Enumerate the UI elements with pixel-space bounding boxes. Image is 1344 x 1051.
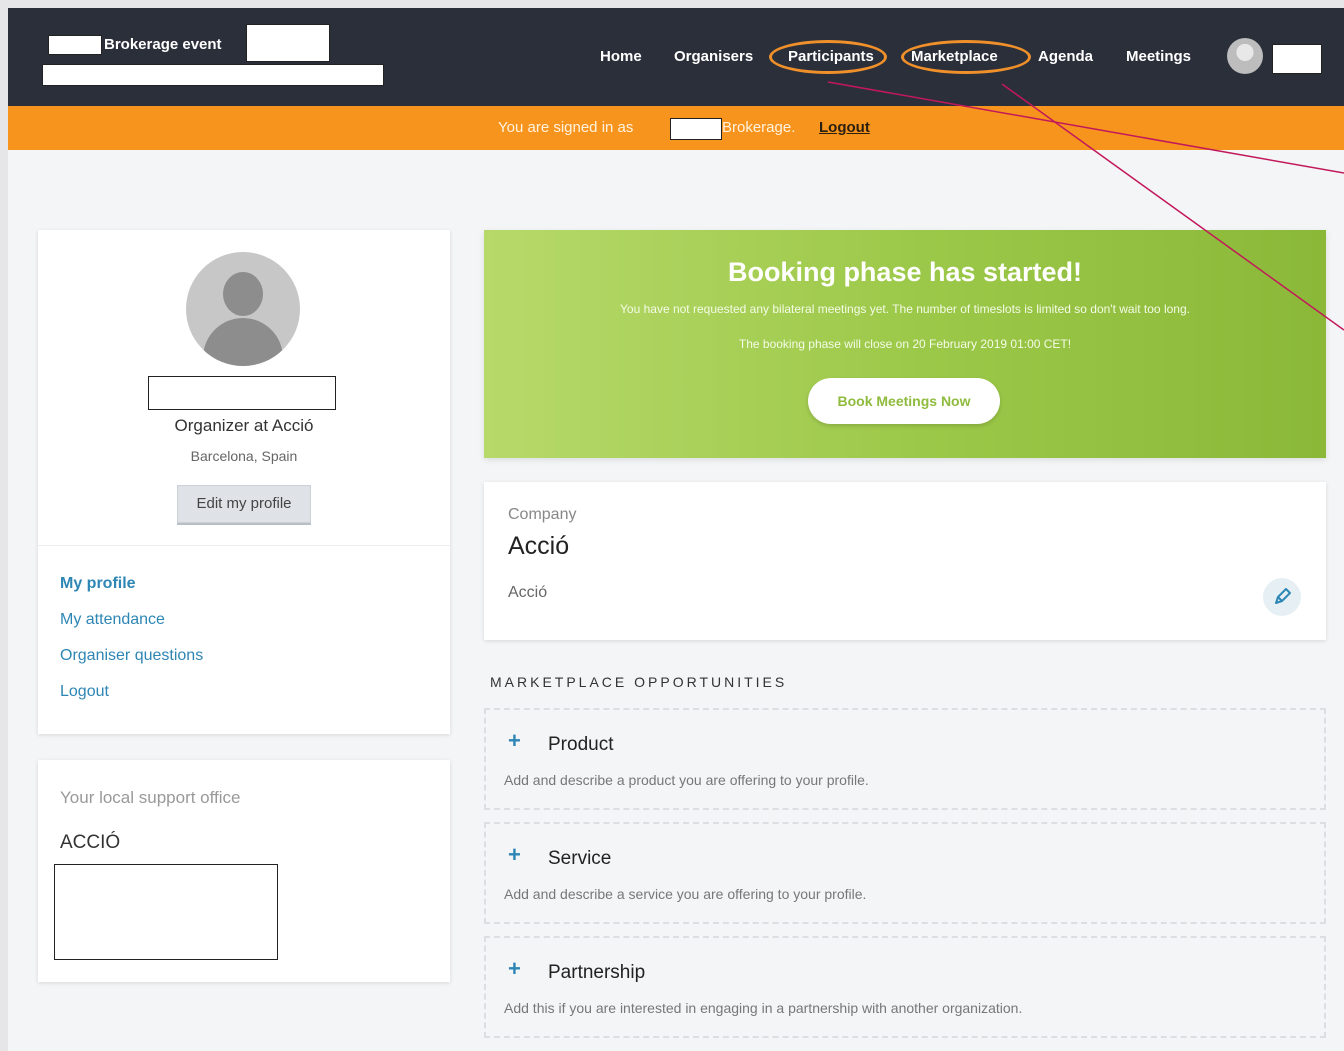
notice-logout-link[interactable]: Logout <box>819 119 870 136</box>
company-name: Acció <box>508 532 570 560</box>
company-card: Company Acció Acció <box>484 482 1326 640</box>
support-office-card: Your local support office ACCIÓ <box>38 760 450 982</box>
book-meetings-button[interactable]: Book Meetings Now <box>808 378 1000 424</box>
booking-phase-banner: Booking phase has started! You have not … <box>484 230 1326 458</box>
opportunity-title: Service <box>548 848 612 869</box>
page: Brokerage event Home Organisers Particip… <box>8 8 1344 1051</box>
opportunity-title: Partnership <box>548 962 646 983</box>
nav-agenda[interactable]: Agenda <box>1038 48 1093 65</box>
banner-message: You have not requested any bilateral mee… <box>620 302 1190 316</box>
edit-profile-button[interactable]: Edit my profile <box>177 485 311 523</box>
company-description: Acció <box>508 584 548 601</box>
support-office-name: ACCIÓ <box>60 832 121 853</box>
redacted-profile-name <box>148 376 336 410</box>
opportunity-product[interactable]: + Product Add and describe a product you… <box>484 708 1326 810</box>
marketplace-section-title: MARKETPLACE OPPORTUNITIES <box>490 674 788 690</box>
brand-label: Brokerage event <box>104 36 222 53</box>
sidebar-link-logout[interactable]: Logout <box>60 683 109 701</box>
sidebar-link-my-profile[interactable]: My profile <box>60 575 136 593</box>
opportunity-description: Add and describe a product you are offer… <box>504 772 869 788</box>
profile-role: Organizer at Acció <box>174 416 314 435</box>
banner-deadline: The booking phase will close on 20 Febru… <box>738 337 1072 351</box>
opportunity-partnership[interactable]: + Partnership Add this if you are intere… <box>484 936 1326 1038</box>
opportunity-service[interactable]: + Service Add and describe a service you… <box>484 822 1326 924</box>
redacted-office-details <box>54 864 278 960</box>
signed-in-prefix: You are signed in as <box>498 119 634 136</box>
edit-company-pencil-icon[interactable] <box>1263 578 1301 616</box>
profile-avatar-icon <box>186 252 300 366</box>
sidebar-link-my-attendance[interactable]: My attendance <box>60 611 165 629</box>
redacted-account-name <box>670 118 722 140</box>
opportunity-title: Product <box>548 734 614 755</box>
participants-highlight-ring <box>769 40 887 74</box>
nav-organisers[interactable]: Organisers <box>674 48 753 65</box>
plus-icon: + <box>508 842 521 867</box>
user-avatar[interactable] <box>1227 38 1263 74</box>
profile-location: Barcelona, Spain <box>190 448 298 464</box>
opportunity-description: Add and describe a service you are offer… <box>504 886 867 902</box>
top-navigation-bar: Brokerage event Home Organisers Particip… <box>8 8 1344 106</box>
profile-divider <box>38 545 450 546</box>
support-office-title: Your local support office <box>60 788 241 807</box>
redacted-brand-suffix <box>246 24 330 62</box>
nav-meetings[interactable]: Meetings <box>1126 48 1191 65</box>
company-label: Company <box>508 506 577 523</box>
signed-in-notice: You are signed in as Brokerage. Logout <box>8 106 1344 150</box>
sidebar-link-organiser-questions[interactable]: Organiser questions <box>60 647 203 665</box>
nav-home[interactable]: Home <box>600 48 642 65</box>
marketplace-highlight-ring <box>901 40 1031 74</box>
opportunity-description: Add this if you are interested in engagi… <box>504 1000 1023 1016</box>
banner-title: Booking phase has started! <box>727 257 1083 287</box>
signed-in-suffix: Brokerage. <box>722 119 796 136</box>
redacted-logo <box>48 35 102 55</box>
plus-icon: + <box>508 728 521 753</box>
redacted-username <box>1272 44 1322 74</box>
plus-icon: + <box>508 956 521 981</box>
redacted-subtitle <box>42 64 384 86</box>
profile-card: Organizer at Acció Barcelona, Spain Edit… <box>38 230 450 734</box>
